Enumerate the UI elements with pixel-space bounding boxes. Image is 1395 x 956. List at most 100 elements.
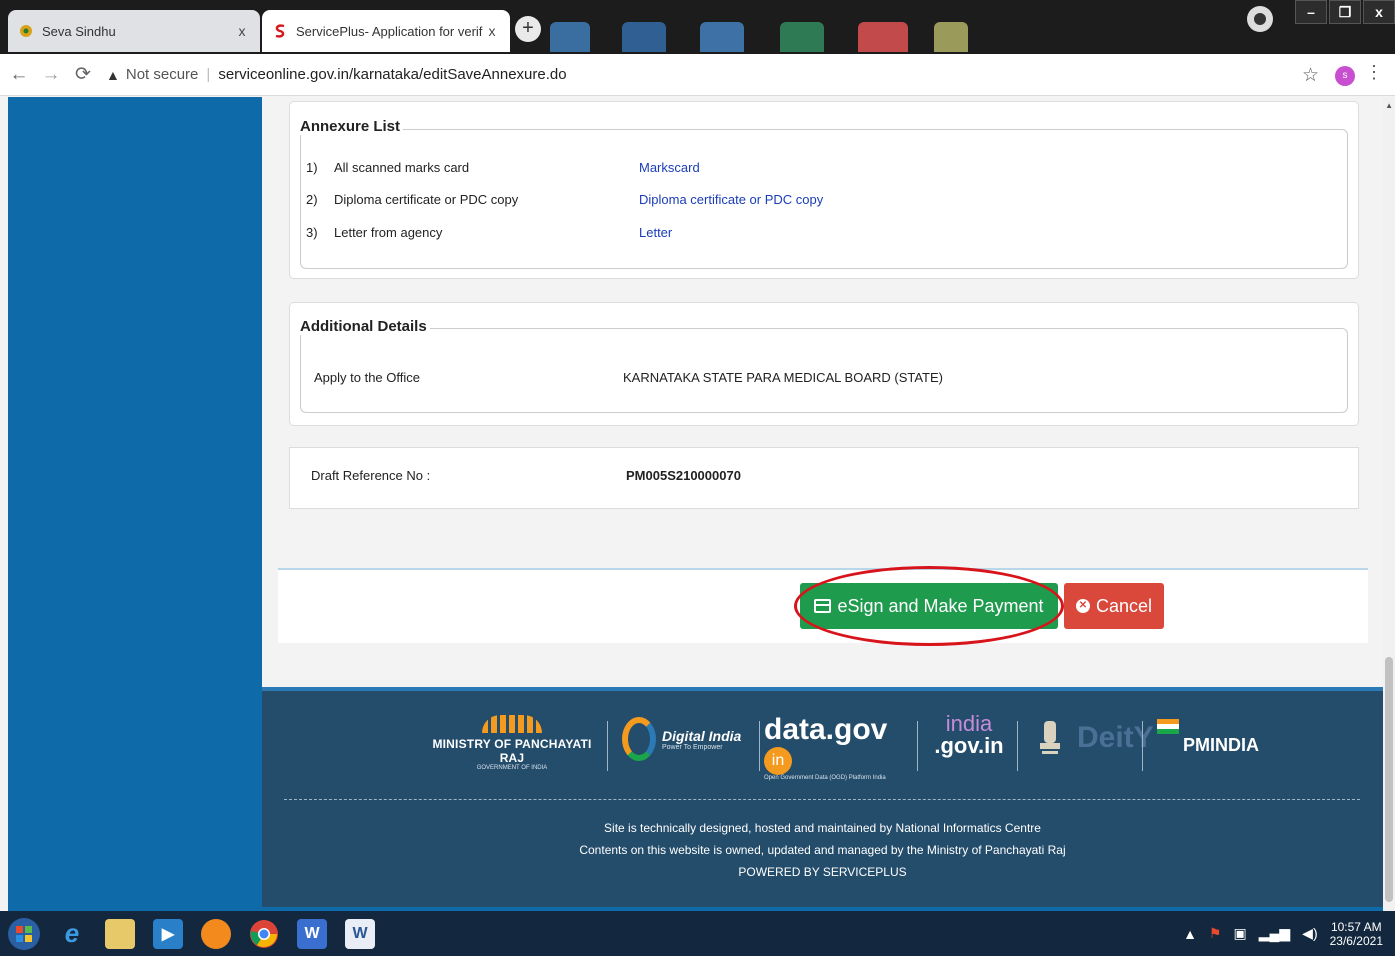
chrome-icon[interactable] (240, 911, 288, 956)
mopr-subtitle: GOVERNMENT OF INDIA (476, 765, 548, 771)
mopr-title: MINISTRY OF PANCHAYATI RAJ (432, 737, 592, 765)
panchayat-emblem-icon (482, 715, 542, 733)
close-icon[interactable]: x (234, 23, 250, 39)
annexure-number: 3) (306, 225, 318, 240)
show-hidden-icons-icon[interactable]: ▲ (1183, 926, 1197, 942)
close-window-button[interactable]: x (1363, 0, 1395, 24)
tab-title: ServicePlus- Application for verif (296, 23, 483, 39)
menu-kebab-icon[interactable]: ⋮ (1365, 62, 1383, 83)
ministry-panchayati-raj-logo[interactable]: MINISTRY OF PANCHAYATI RAJ GOVERNMENT OF… (427, 715, 597, 771)
action-center-flag-icon[interactable]: ⚑ (1209, 925, 1222, 942)
cancel-button-label: Cancel (1095, 595, 1153, 616)
vertical-scrollbar[interactable]: ▲ (1383, 97, 1395, 911)
avatar[interactable]: s (1335, 66, 1355, 86)
annexure-number: 1) (306, 160, 318, 175)
data-gov-badge: in (764, 747, 792, 775)
india-gov-logo[interactable]: india .gov.in (934, 713, 1004, 757)
india-gov-bottom: .gov.in (934, 733, 1004, 758)
annexure-panel: Annexure List 1) All scanned marks card … (289, 101, 1359, 279)
site-footer: MINISTRY OF PANCHAYATI RAJ GOVERNMENT OF… (262, 687, 1383, 911)
draft-reference-panel: Draft Reference No : PM005S210000070 (289, 447, 1359, 509)
minimized-tab-icon[interactable] (622, 22, 666, 52)
digital-india-swirl-icon (622, 717, 656, 761)
network-icon[interactable]: ▣ (1233, 925, 1246, 942)
apply-office-value: KARNATAKA STATE PARA MEDICAL BOARD (STAT… (623, 370, 943, 385)
warning-icon[interactable]: ▲ (106, 67, 120, 83)
system-tray: ▲ ⚑ ▣ ▂▄▆ ◀) 10:57 AM 23/6/2021 (1183, 911, 1383, 956)
internet-explorer-icon[interactable]: e (48, 911, 96, 956)
browser-tab-strip: Seva Sindhu x ServicePlus- Application f… (0, 0, 1395, 62)
cancel-button[interactable]: ✕ Cancel (1064, 583, 1164, 629)
minimized-tab-icon[interactable] (858, 22, 908, 52)
address-bar: ← → ⟳ ▲ Not secure | serviceonline.gov.i… (0, 54, 1395, 96)
clock-time: 10:57 AM (1330, 919, 1382, 934)
scroll-up-arrow-icon[interactable]: ▲ (1385, 101, 1393, 110)
minimized-tab-icon[interactable] (700, 22, 744, 52)
logo-separator (759, 721, 760, 771)
data-gov-logo[interactable]: data.gov in Open Government Data (OGD) P… (764, 713, 912, 781)
minimized-tab-icon[interactable] (934, 22, 968, 52)
logo-separator (917, 721, 918, 771)
window-controls: – ❐ x (1293, 0, 1395, 30)
file-explorer-icon[interactable] (96, 911, 144, 956)
digital-india-tagline: Power To Empower (662, 743, 723, 751)
annexure-link-letter[interactable]: Letter (639, 225, 672, 240)
draft-reference-label: Draft Reference No : (311, 468, 431, 483)
signal-icon[interactable]: ▂▄▆ (1259, 925, 1290, 942)
omnibox-separator: | (206, 66, 211, 83)
india-gov-top: india (945, 711, 993, 736)
url-text[interactable]: serviceonline.gov.in/karnataka/editSaveA… (218, 66, 566, 83)
pmindia-logo[interactable]: PMINDIA (1157, 719, 1277, 756)
minimize-button[interactable]: – (1295, 0, 1327, 24)
pmindia-text: PMINDIA (1183, 735, 1259, 755)
national-emblem-icon[interactable] (1032, 717, 1068, 765)
left-sidebar (8, 97, 262, 911)
annexure-label: All scanned marks card (334, 160, 470, 175)
bookmark-star-icon[interactable]: ☆ (1302, 64, 1319, 87)
scrollbar-thumb[interactable] (1385, 657, 1393, 902)
system-clock[interactable]: 10:57 AM 23/6/2021 (1330, 920, 1383, 948)
annexure-legend: Annexure List (297, 118, 404, 135)
digital-india-logo[interactable]: Digital India Power To Empower (622, 717, 762, 761)
omnibox[interactable]: ▲ Not secure | serviceonline.gov.in/karn… (106, 66, 567, 83)
annexure-number: 2) (306, 192, 318, 207)
logo-separator (1142, 721, 1143, 771)
tab-seva-sindhu[interactable]: Seva Sindhu x (8, 10, 260, 52)
highlight-ellipse (794, 566, 1064, 646)
serviceplus-icon (272, 23, 288, 39)
seva-sindhu-icon (18, 23, 34, 39)
draft-reference-value: PM005S210000070 (626, 468, 741, 483)
annexure-link-diploma[interactable]: Diploma certificate or PDC copy (639, 192, 823, 207)
word-icon[interactable]: W (336, 911, 384, 956)
maximize-button[interactable]: ❐ (1329, 0, 1361, 24)
page-viewport: Annexure List 1) All scanned marks card … (0, 97, 1395, 911)
windows-taskbar: e ▶ W W ▲ ⚑ ▣ ▂▄▆ ◀) 10:57 AM 23/6/2021 (0, 911, 1395, 956)
footer-powered-line: POWERED BY SERVICEPLUS (738, 865, 907, 879)
annexure-label: Diploma certificate or PDC copy (334, 192, 519, 207)
back-arrow-icon[interactable]: ← (6, 64, 32, 86)
logo-separator (1017, 721, 1018, 771)
digital-india-text: Digital India (662, 727, 742, 744)
writer-app-icon[interactable]: W (288, 911, 336, 956)
firefox-icon[interactable] (192, 911, 240, 956)
media-player-icon[interactable]: ▶ (144, 911, 192, 956)
chrome-profile-icon[interactable] (1247, 6, 1273, 32)
close-circle-icon: ✕ (1075, 599, 1090, 613)
volume-icon[interactable]: ◀) (1302, 925, 1317, 942)
reload-icon[interactable]: ⟳ (70, 63, 96, 86)
additional-details-legend: Additional Details (297, 318, 430, 335)
start-button[interactable] (0, 911, 48, 956)
close-icon[interactable]: x (484, 23, 500, 39)
annexure-link-markscard[interactable]: Markscard (639, 160, 700, 175)
new-tab-button[interactable]: + (515, 16, 541, 42)
forward-arrow-icon[interactable]: → (38, 64, 64, 86)
apply-office-label: Apply to the Office (314, 370, 420, 385)
annexure-label: Letter from agency (334, 225, 443, 240)
minimized-tab-icon[interactable] (780, 22, 824, 52)
minimized-tab-icon[interactable] (550, 22, 590, 52)
logo-separator (607, 721, 608, 771)
security-label[interactable]: Not secure (126, 66, 199, 83)
tab-serviceplus[interactable]: ServicePlus- Application for verif x (262, 10, 510, 52)
india-flag-icon (1157, 719, 1179, 734)
tab-title: Seva Sindhu (42, 23, 116, 39)
